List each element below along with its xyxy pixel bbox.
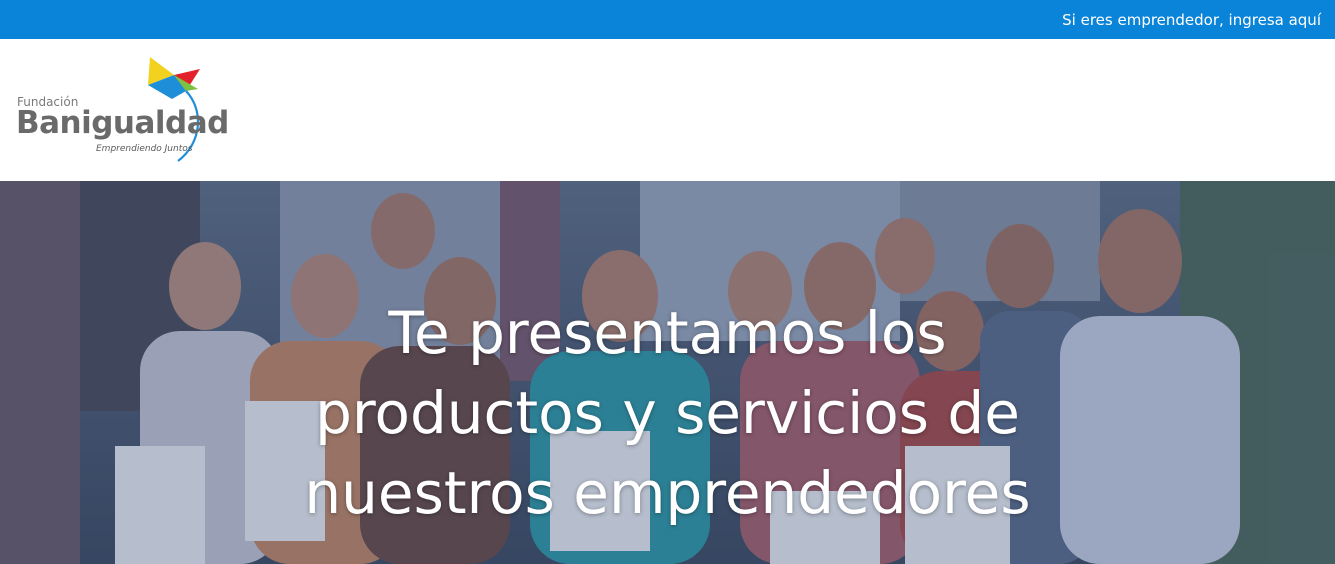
- top-bar: Si eres emprendedor, ingresa aquí: [0, 0, 1335, 39]
- entrepreneur-login-link[interactable]: Si eres emprendedor, ingresa aquí: [1062, 11, 1321, 29]
- logo-tagline: Emprendiendo Juntos: [96, 144, 193, 154]
- headline-line-1: Te presentamos los: [388, 299, 947, 367]
- banigualdad-logo[interactable]: Fundación Banigualdad Emprendiendo Junto…: [16, 55, 229, 165]
- site-header: Fundación Banigualdad Emprendiendo Junto…: [0, 39, 1335, 181]
- hero-banner: Te presentamos los productos y servicios…: [0, 181, 1335, 564]
- headline-line-3: nuestros emprendedores: [304, 459, 1031, 527]
- logo-name: Banigualdad: [16, 105, 229, 141]
- hero-headline: Te presentamos los productos y servicios…: [0, 293, 1335, 533]
- headline-line-2: productos y servicios de: [315, 379, 1020, 447]
